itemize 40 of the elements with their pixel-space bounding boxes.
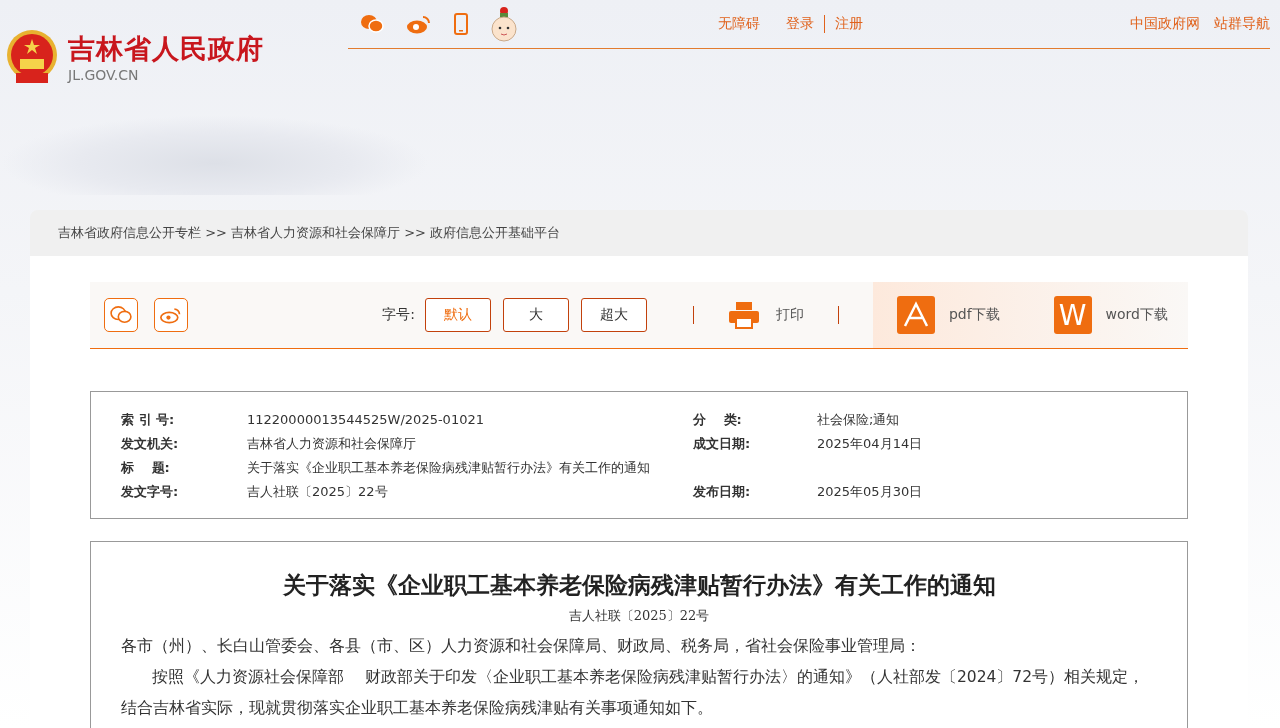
phone-icon[interactable] — [454, 13, 468, 35]
meta-label: 标 题: — [121, 459, 171, 477]
meta-label: 发布日期: — [693, 483, 752, 501]
meta-value: 11220000013544525W/2025-01021 — [247, 411, 485, 429]
paragraph: 按照《人力资源社会保障部 财政部关于印发〈企业职工基本养老保险病残津贴暂行办法〉的通知》（人社部发〔2024〕72号）相关规定，结合吉林省实际，现就贯彻落实企业职工基本养老保险病残津贴有关事项通知如下。 — [121, 667, 1146, 719]
word-download-link[interactable]: word下载 — [1105, 306, 1168, 324]
emblem-icon — [4, 28, 60, 86]
font-size-button[interactable]: 超大 — [580, 298, 647, 332]
meta-label: 索 引 号: — [121, 411, 176, 429]
meta-value: 2025年05月30日 — [817, 483, 924, 501]
font-size-label: 字号: — [382, 306, 415, 324]
wechat-share-button[interactable] — [104, 298, 138, 332]
weibo-share-button[interactable] — [154, 298, 188, 332]
meta-label: 成文日期: — [693, 435, 752, 453]
nav-link[interactable]: 站群导航 — [1214, 15, 1270, 33]
document-number: 吉人社联〔2025〕22号 — [567, 607, 711, 625]
breadcrumb[interactable]: 吉林省政府信息公开专栏 >> 吉林省人力资源和社会保障厅 >> 政府信息公开基础平台 — [58, 224, 561, 242]
print-link[interactable]: 打印 — [775, 306, 804, 324]
meta-value: 关于落实《企业职工基本养老保险病残津贴暂行办法》有关工作的通知 — [247, 459, 651, 477]
meta-value: 2025年04月14日 — [817, 435, 924, 453]
meta-label: 分 类: — [693, 411, 743, 429]
meta-label: 发文机关: — [121, 435, 180, 453]
meta-value: 吉林省人力资源和社会保障厅 — [247, 435, 417, 453]
paragraph: 各市（州）、长白山管委会、各县（市、区）人力资源和社会保障局、财政局、税务局，省社会保险事业管理局： — [121, 636, 922, 657]
meta-label: 发文字号: — [121, 483, 180, 501]
meta-value: 吉人社联〔2025〕22号 — [247, 483, 389, 501]
font-size-button[interactable]: 大 — [502, 298, 569, 332]
register-link[interactable]: 注册 — [835, 15, 863, 33]
site-domain: JL.GOV.CN — [68, 67, 140, 83]
meta-value: 社会保险;通知 — [817, 411, 901, 429]
site-name: 吉林省人民政府 — [68, 32, 264, 66]
article-title: 关于落实《企业职工基本养老保险病残津贴暂行办法》有关工作的通知 — [281, 570, 997, 600]
letter-logo[interactable]: W — [1053, 296, 1092, 334]
font-size-button[interactable]: 默认 — [424, 298, 491, 332]
pdf-download-link[interactable]: pdf下载 — [948, 306, 1000, 324]
login-link[interactable]: 登录 — [786, 15, 825, 33]
cartoon-face-icon[interactable] — [490, 6, 518, 42]
nav-link[interactable]: 中国政府网 — [1130, 15, 1200, 33]
accessibility-link[interactable]: 无障碍 — [718, 15, 760, 33]
printer-icon[interactable] — [727, 301, 760, 329]
